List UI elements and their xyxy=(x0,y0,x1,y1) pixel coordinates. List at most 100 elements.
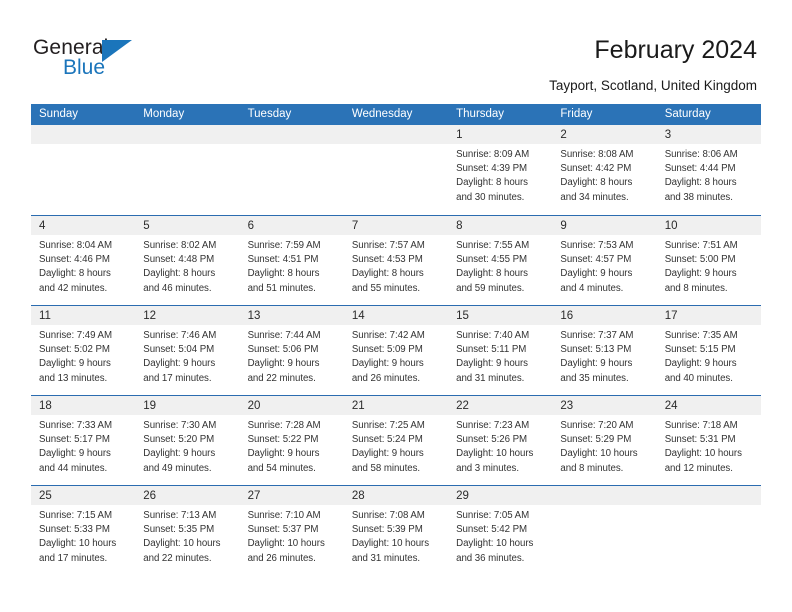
day-detail-lines: Sunrise: 8:09 AM Sunset: 4:39 PM Daylight:… xyxy=(448,144,552,205)
day-detail-line: Daylight: 10 hours xyxy=(351,538,430,550)
calendar-day-cell[interactable]: 12 Sunrise: 7:46 AM Sunset: 5:04 PM Dayligh… xyxy=(135,306,240,395)
day-detail-line: Sunrise: 7:55 AM xyxy=(456,240,530,251)
day-detail-lines: Sunrise: 7:53 AM Sunset: 4:57 PM Daylight:… xyxy=(552,235,656,296)
day-number: 20 xyxy=(247,400,261,412)
calendar-day-cell[interactable]: 6 Sunrise: 7:59 AM Sunset: 4:51 PM Daylight… xyxy=(239,216,344,305)
day-detail-line: Sunrise: 7:05 AM xyxy=(456,510,530,521)
day-detail-line: Sunset: 4:55 PM xyxy=(456,254,527,266)
calendar-day-cell[interactable]: 4 Sunrise: 8:04 AM Sunset: 4:46 PM Daylight… xyxy=(31,216,136,305)
calendar-day-cell[interactable]: 18 Sunrise: 7:33 AM Sunset: 5:17 PM Dayligh… xyxy=(31,396,136,485)
day-number: 9 xyxy=(560,220,567,232)
day-number-band: 13 xyxy=(239,306,344,325)
day-number: 17 xyxy=(664,310,678,322)
day-detail-line: Sunrise: 8:09 AM xyxy=(456,149,530,160)
day-detail-line: Sunrise: 7:10 AM xyxy=(247,510,321,521)
calendar-day-cell[interactable]: 17 Sunrise: 7:35 AM Sunset: 5:15 PM Dayligh… xyxy=(656,306,761,395)
calendar-day-cell[interactable]: 22 Sunrise: 7:23 AM Sunset: 5:26 PM Dayligh… xyxy=(448,396,553,485)
day-detail-line: Sunset: 4:44 PM xyxy=(664,163,736,175)
logo-text-blue: Blue xyxy=(63,56,106,79)
calendar-day-cell[interactable]: 28 Sunrise: 7:08 AM Sunset: 5:39 PM Dayligh… xyxy=(343,486,449,575)
day-detail-line: and 13 minutes. xyxy=(39,372,108,384)
calendar-day-cell[interactable]: 26 Sunrise: 7:13 AM Sunset: 5:35 PM Dayligh… xyxy=(135,486,240,575)
day-detail-line: Daylight: 9 hours xyxy=(456,358,528,370)
day-detail-line: Daylight: 10 hours xyxy=(560,448,638,460)
day-detail-line: Sunrise: 7:59 AM xyxy=(247,240,321,251)
day-detail-line: and 40 minutes. xyxy=(664,372,733,384)
day-detail-lines: Sunrise: 7:33 AM Sunset: 5:17 PM Daylight:… xyxy=(31,415,135,476)
day-detail-line: and 22 minutes. xyxy=(247,372,316,384)
day-detail-line: Sunrise: 7:23 AM xyxy=(456,420,530,431)
calendar-day-cell[interactable]: 27 Sunrise: 7:10 AM Sunset: 5:37 PM Dayligh… xyxy=(239,486,344,575)
calendar-weeks: 1 Sunrise: 8:09 AM Sunset: 4:39 PM Daylight… xyxy=(31,125,761,575)
calendar-day-cell[interactable]: 14 Sunrise: 7:42 AM Sunset: 5:09 PM Dayligh… xyxy=(343,306,449,395)
weekday-header-monday: Monday xyxy=(143,108,185,120)
calendar-day-cell[interactable]: 19 Sunrise: 7:30 AM Sunset: 5:20 PM Dayligh… xyxy=(135,396,240,485)
day-number-band: 23 xyxy=(552,396,657,415)
weekday-header-row: Sunday Monday Tuesday Wednesday Thursday… xyxy=(31,104,761,125)
day-detail-line: and 42 minutes. xyxy=(39,282,108,294)
day-number-band xyxy=(656,486,761,505)
day-detail-line: Daylight: 9 hours xyxy=(664,358,737,370)
calendar-day-cell[interactable]: 25 Sunrise: 7:15 AM Sunset: 5:33 PM Dayligh… xyxy=(31,486,136,575)
calendar-day-cell[interactable]: 13 Sunrise: 7:44 AM Sunset: 5:06 PM Dayligh… xyxy=(239,306,344,395)
day-detail-lines: Sunrise: 7:49 AM Sunset: 5:02 PM Daylight:… xyxy=(31,325,135,386)
day-number: 7 xyxy=(351,220,359,232)
calendar-week-row: 4 Sunrise: 8:04 AM Sunset: 4:46 PM Daylight… xyxy=(31,215,761,305)
day-detail-line: Sunrise: 7:44 AM xyxy=(247,330,321,341)
day-number: 27 xyxy=(247,490,261,502)
day-detail-line: and 30 minutes. xyxy=(456,191,525,203)
calendar-day-cell[interactable]: 20 Sunrise: 7:28 AM Sunset: 5:22 PM Dayligh… xyxy=(239,396,344,485)
day-number: 10 xyxy=(664,220,678,232)
day-detail-line: Sunrise: 7:37 AM xyxy=(560,330,634,341)
page-location: Tayport, Scotland, United Kingdom xyxy=(549,78,757,93)
day-number-band: 24 xyxy=(656,396,761,415)
day-number-band: 14 xyxy=(343,306,449,325)
day-detail-lines: Sunrise: 8:08 AM Sunset: 4:42 PM Daylight:… xyxy=(552,144,656,205)
day-number: 24 xyxy=(664,400,678,412)
calendar-day-cell[interactable]: 29 Sunrise: 7:05 AM Sunset: 5:42 PM Dayligh… xyxy=(448,486,553,575)
day-number-band: 21 xyxy=(343,396,449,415)
day-detail-line: Sunset: 5:26 PM xyxy=(456,434,527,446)
calendar-day-cell[interactable]: 9 Sunrise: 7:53 AM Sunset: 4:57 PM Daylight… xyxy=(552,216,657,305)
calendar-day-cell[interactable]: 3 Sunrise: 8:06 AM Sunset: 4:44 PM Daylight… xyxy=(656,125,761,215)
day-detail-lines: Sunrise: 7:13 AM Sunset: 5:35 PM Daylight:… xyxy=(135,505,239,566)
calendar-day-cell[interactable]: 2 Sunrise: 8:08 AM Sunset: 4:42 PM Daylight… xyxy=(552,125,657,215)
calendar-day-cell[interactable]: 5 Sunrise: 8:02 AM Sunset: 4:48 PM Daylight… xyxy=(135,216,240,305)
day-number-band xyxy=(31,125,136,144)
calendar-day-cell[interactable]: 15 Sunrise: 7:40 AM Sunset: 5:11 PM Dayligh… xyxy=(448,306,553,395)
day-number-band: 1 xyxy=(448,125,553,144)
day-detail-line: Sunset: 5:22 PM xyxy=(247,434,319,446)
calendar-day-cell[interactable]: 8 Sunrise: 7:55 AM Sunset: 4:55 PM Daylight… xyxy=(448,216,553,305)
day-detail-line: Sunrise: 7:18 AM xyxy=(664,420,738,431)
calendar-day-cell[interactable]: 21 Sunrise: 7:25 AM Sunset: 5:24 PM Dayligh… xyxy=(343,396,449,485)
day-detail-lines: Sunrise: 7:05 AM Sunset: 5:42 PM Daylight:… xyxy=(448,505,552,566)
day-detail-line: and 17 minutes. xyxy=(39,552,108,564)
day-detail-line: Sunrise: 7:08 AM xyxy=(351,510,425,521)
day-detail-lines: Sunrise: 7:35 AM Sunset: 5:15 PM Daylight:… xyxy=(657,325,761,386)
day-detail-line: and 34 minutes. xyxy=(560,191,629,203)
day-detail-line: Sunset: 5:04 PM xyxy=(143,344,215,356)
calendar-day-cell[interactable]: 7 Sunrise: 7:57 AM Sunset: 4:53 PM Daylight… xyxy=(343,216,449,305)
page-header: General Blue February 2024 Tayport, Scot… xyxy=(0,0,792,100)
day-number: 1 xyxy=(456,129,463,141)
day-detail-lines: Sunrise: 8:04 AM Sunset: 4:46 PM Daylight:… xyxy=(31,235,135,296)
day-detail-line: and 22 minutes. xyxy=(143,552,212,564)
calendar-day-cell[interactable]: 1 Sunrise: 8:09 AM Sunset: 4:39 PM Daylight… xyxy=(448,125,553,215)
calendar-week-row: 18 Sunrise: 7:33 AM Sunset: 5:17 PM Dayligh… xyxy=(31,395,761,485)
day-number-band: 18 xyxy=(31,396,136,415)
calendar-day-cell[interactable]: 11 Sunrise: 7:49 AM Sunset: 5:02 PM Dayligh… xyxy=(31,306,136,395)
calendar-day-cell[interactable]: 10 Sunrise: 7:51 AM Sunset: 5:00 PM Dayligh… xyxy=(656,216,761,305)
day-detail-lines: Sunrise: 7:10 AM Sunset: 5:37 PM Daylight:… xyxy=(240,505,344,566)
calendar-day-cell[interactable]: 23 Sunrise: 7:20 AM Sunset: 5:29 PM Dayligh… xyxy=(552,396,657,485)
day-number-band: 16 xyxy=(552,306,657,325)
calendar-day-cell[interactable]: 16 Sunrise: 7:37 AM Sunset: 5:13 PM Dayligh… xyxy=(552,306,657,395)
day-detail-line: Sunset: 5:11 PM xyxy=(456,344,527,356)
calendar-day-cell[interactable]: 24 Sunrise: 7:18 AM Sunset: 5:31 PM Dayligh… xyxy=(656,396,761,485)
day-detail-line: Daylight: 8 hours xyxy=(456,177,528,189)
day-detail-lines xyxy=(657,505,761,509)
day-detail-line: Sunset: 5:42 PM xyxy=(456,524,527,536)
day-detail-line: Sunset: 5:37 PM xyxy=(247,524,319,536)
general-blue-logo[interactable]: General Blue xyxy=(33,36,203,86)
day-detail-line: and 59 minutes. xyxy=(456,282,525,294)
calendar-week-row: 1 Sunrise: 8:09 AM Sunset: 4:39 PM Daylight… xyxy=(31,125,761,215)
